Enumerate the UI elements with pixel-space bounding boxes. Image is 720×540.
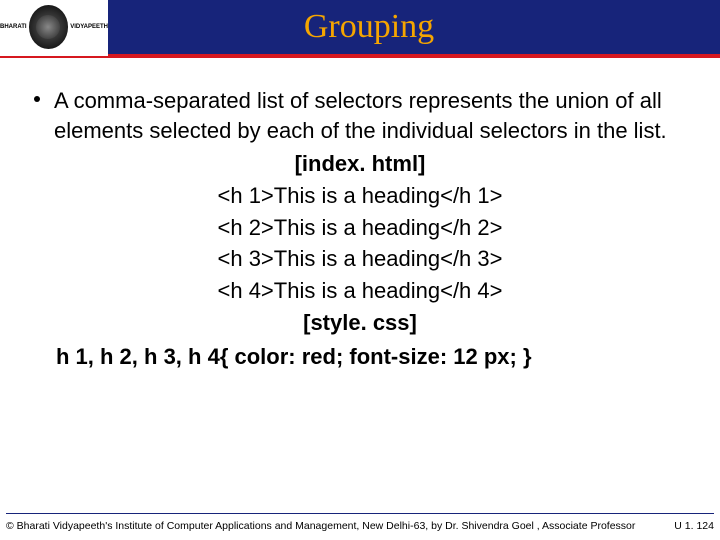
title-bar: BHARATI VIDYAPEETH Grouping: [0, 0, 720, 58]
institution-logo: BHARATI VIDYAPEETH: [0, 0, 108, 56]
logo-text-right: VIDYAPEETH: [70, 24, 108, 30]
bullet-text: A comma-separated list of selectors repr…: [54, 86, 686, 145]
css-rule: h 1, h 2, h 3, h 4{ color: red; font-siz…: [34, 342, 686, 372]
code-block: [index. html] <h 1>This is a heading</h …: [34, 149, 686, 337]
logo-text-left: BHARATI: [0, 24, 27, 30]
code-line-h3: <h 3>This is a heading</h 3>: [34, 244, 686, 274]
code-line-h2: <h 2>This is a heading</h 2>: [34, 213, 686, 243]
bullet-icon: [34, 96, 40, 102]
code-line-h1: <h 1>This is a heading</h 1>: [34, 181, 686, 211]
footer-copyright: © Bharati Vidyapeeth's Institute of Comp…: [6, 520, 635, 532]
style-label: [style. css]: [34, 308, 686, 338]
slide-title: Grouping: [108, 8, 720, 46]
slide-footer: © Bharati Vidyapeeth's Institute of Comp…: [6, 513, 714, 532]
emblem-icon: [29, 5, 69, 49]
index-label: [index. html]: [34, 149, 686, 179]
bullet-item: A comma-separated list of selectors repr…: [34, 86, 686, 145]
code-line-h4: <h 4>This is a heading</h 4>: [34, 276, 686, 306]
slide-content: A comma-separated list of selectors repr…: [0, 58, 720, 371]
footer-page-number: U 1. 124: [666, 520, 714, 532]
